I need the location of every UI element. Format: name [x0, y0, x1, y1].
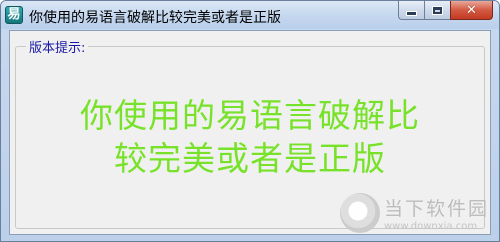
watermark-logo-icon: [339, 193, 380, 233]
watermark: 当下软件园 www.downxia.com: [339, 193, 489, 233]
close-button[interactable]: ✕: [450, 1, 493, 20]
maximize-button[interactable]: [424, 1, 450, 20]
watermark-text: 当下软件园 www.downxia.com: [384, 194, 489, 232]
close-icon: ✕: [466, 2, 477, 18]
watermark-name: 当下软件园: [383, 198, 489, 220]
window-title: 你使用的易语言破解比较完美或者是正版: [29, 10, 281, 26]
watermark-url: www.downxia.com: [383, 221, 478, 232]
groupbox-label: 版本提示:: [26, 37, 89, 56]
app-icon[interactable]: 易: [5, 6, 23, 24]
window-controls: ✕: [398, 1, 493, 21]
message-line-1: 你使用的易语言破解比: [80, 96, 420, 135]
version-message: 你使用的易语言破解比 较完美或者是正版: [16, 94, 484, 180]
title-bar[interactable]: 易 你使用的易语言破解比较完美或者是正版 ✕: [1, 1, 499, 29]
message-line-2: 较完美或者是正版: [114, 139, 386, 178]
app-window: 易 你使用的易语言破解比较完美或者是正版 ✕ 版本提示: 你使用的易语言破解比 …: [0, 0, 500, 242]
minimize-button[interactable]: [398, 1, 424, 20]
maximize-icon: [432, 5, 443, 15]
minimize-icon: [406, 10, 417, 16]
